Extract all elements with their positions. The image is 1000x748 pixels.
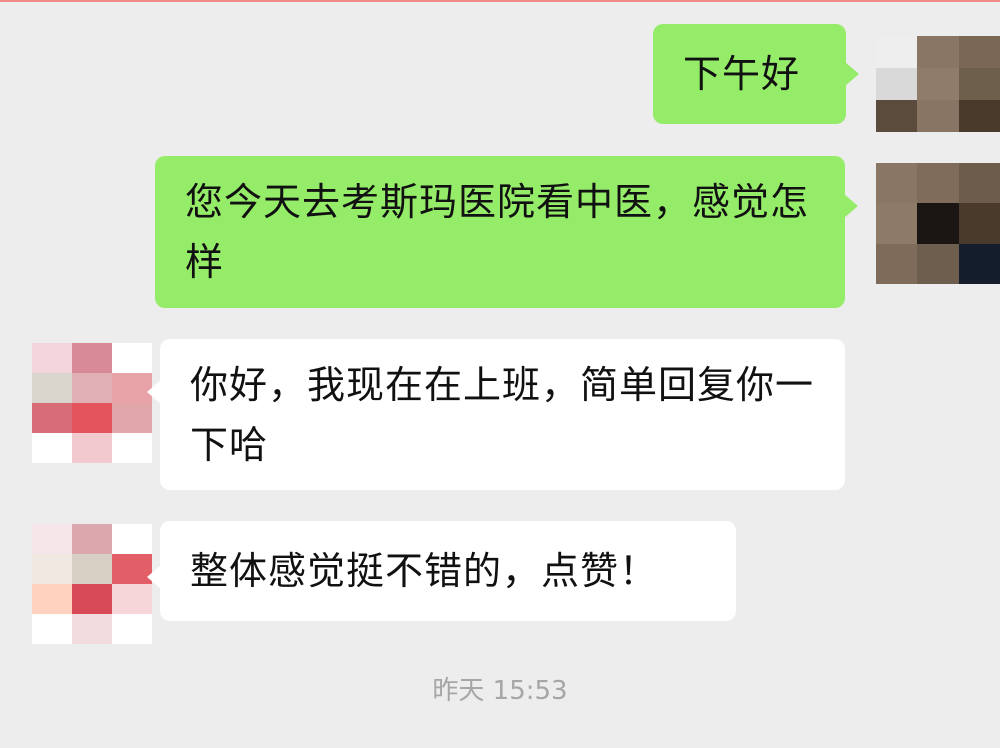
avatar-pixel: [876, 68, 918, 100]
avatar-pixel: [112, 433, 152, 463]
avatar-pixel: [917, 243, 959, 284]
avatar-pixel: [112, 343, 152, 373]
avatar-pixel: [72, 343, 112, 373]
avatar-pixel: [876, 163, 918, 204]
message-bubble[interactable]: 您今天去考斯玛医院看中医，感觉怎样: [155, 156, 845, 308]
avatar-pixel: [112, 554, 152, 584]
avatar-pixel: [32, 524, 72, 554]
avatar-pixel: [876, 243, 918, 284]
avatar-pixel: [917, 68, 959, 100]
avatar-pixel: [32, 554, 72, 584]
avatar-pixel: [32, 343, 72, 373]
avatar-pixel: [72, 403, 112, 433]
avatar-pixel: [958, 100, 1000, 132]
message-text: 您今天去考斯玛医院看中医，感觉怎样: [185, 180, 810, 284]
avatar-pixel: [112, 403, 152, 433]
avatar-pixel: [72, 433, 112, 463]
bubble-tail: [844, 194, 858, 218]
bubble-tail: [845, 62, 859, 86]
avatar-pixel: [32, 433, 72, 463]
message-bubble[interactable]: 你好，我现在在上班，简单回复你一下哈: [160, 339, 845, 490]
message-bubble[interactable]: 下午好: [653, 24, 846, 124]
avatar-pixel: [958, 243, 1000, 284]
avatar[interactable]: [876, 163, 1000, 284]
avatar-pixel: [32, 614, 72, 644]
avatar-pixel: [112, 373, 152, 403]
avatar-pixel: [72, 584, 112, 614]
avatar-pixel: [72, 524, 112, 554]
avatar-pixel: [917, 36, 959, 68]
avatar-pixel: [876, 36, 918, 68]
bubble-tail: [147, 380, 161, 404]
message-text: 整体感觉挺不错的，点赞！: [190, 549, 659, 593]
avatar-pixel: [112, 614, 152, 644]
top-accent-line: [0, 0, 1000, 2]
avatar-pixel: [72, 614, 112, 644]
avatar-pixel: [917, 203, 959, 244]
message-bubble[interactable]: 整体感觉挺不错的，点赞！: [160, 521, 736, 621]
avatar-pixel: [32, 403, 72, 433]
avatar-pixel: [32, 373, 72, 403]
avatar-pixel: [72, 554, 112, 584]
avatar[interactable]: [876, 36, 1000, 132]
avatar-pixel: [917, 163, 959, 204]
avatar-pixel: [72, 373, 112, 403]
avatar[interactable]: [32, 343, 152, 463]
avatar-pixel: [958, 36, 1000, 68]
avatar-pixel: [958, 163, 1000, 204]
message-text: 你好，我现在在上班，简单回复你一下哈: [190, 363, 815, 467]
avatar-pixel: [876, 100, 918, 132]
avatar-pixel: [958, 68, 1000, 100]
avatar-pixel: [32, 584, 72, 614]
avatar-pixel: [112, 524, 152, 554]
message-text: 下午好: [683, 52, 801, 96]
bubble-tail: [147, 565, 161, 589]
avatar-pixel: [917, 100, 959, 132]
avatar-pixel: [876, 203, 918, 244]
avatar[interactable]: [32, 524, 152, 644]
avatar-pixel: [112, 584, 152, 614]
message-timestamp: 昨天 15:53: [432, 676, 568, 706]
avatar-pixel: [958, 203, 1000, 244]
